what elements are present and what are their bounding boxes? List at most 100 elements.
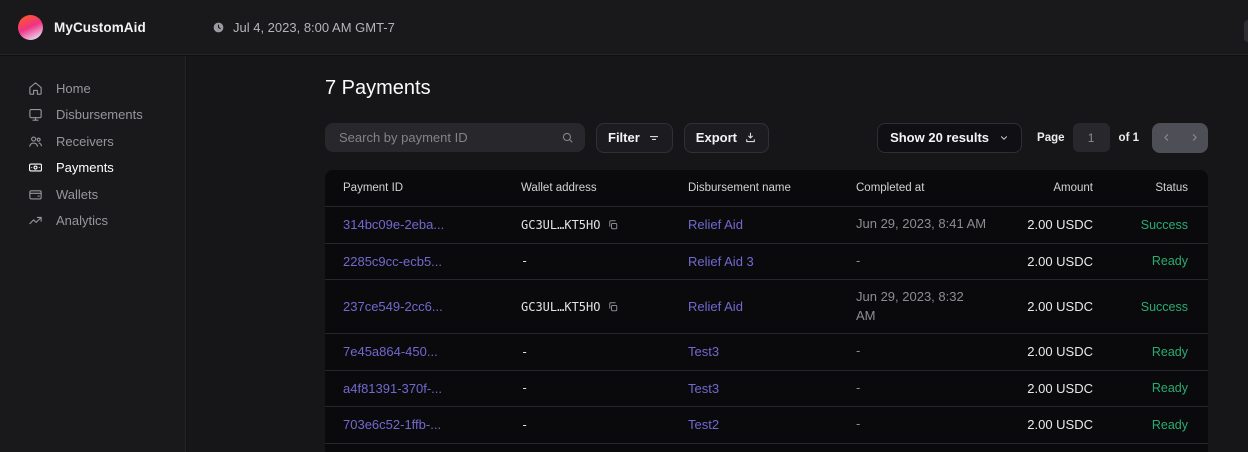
filter-button[interactable]: Filter xyxy=(596,123,673,153)
wallet-address: GC3UL…KT5HO xyxy=(521,300,600,314)
amount: 2.00 USDC xyxy=(1016,344,1093,359)
copy-icon[interactable] xyxy=(607,219,619,231)
column-header-amount: Amount xyxy=(1016,182,1093,194)
home-icon xyxy=(28,81,43,96)
disbursement-link[interactable]: Relief Aid 3 xyxy=(688,254,754,269)
sidebar-item-label: Receivers xyxy=(56,134,114,149)
sidebar-item-home[interactable]: Home xyxy=(0,75,185,102)
amount: 2.00 USDC xyxy=(1016,417,1093,432)
chevron-right-icon xyxy=(1189,132,1200,143)
show-results-label: Show 20 results xyxy=(890,130,989,145)
payment-id-link[interactable]: 703e6c52-1ffb-... xyxy=(343,417,441,432)
chevron-left-icon xyxy=(1161,132,1172,143)
wallets-icon xyxy=(28,187,43,202)
amount: 2.00 USDC xyxy=(1016,299,1093,314)
datetime-text: Jul 4, 2023, 8:00 AM GMT-7 xyxy=(233,20,395,35)
completed-at: - xyxy=(856,252,1016,271)
amount: 2.00 USDC xyxy=(1016,254,1093,269)
status-badge: Ready xyxy=(1093,345,1188,359)
copy-icon[interactable] xyxy=(607,301,619,313)
disbursement-link[interactable]: Test2 xyxy=(688,417,719,432)
table-row: 2285c9cc-ecb5... - Relief Aid 3 - 2.00 U… xyxy=(325,243,1208,280)
sidebar-item-receivers[interactable]: Receivers xyxy=(0,128,185,155)
wallet-address: GC3UL…KT5HO xyxy=(521,218,600,232)
completed-at: - xyxy=(856,342,1016,361)
disbursement-link[interactable]: Test3 xyxy=(688,344,719,359)
wallet-address-cell: GC3UL…KT5HO xyxy=(521,300,688,314)
brand-logo xyxy=(18,15,43,40)
search-box[interactable] xyxy=(325,123,585,152)
completed-at: - xyxy=(856,379,1016,398)
table-row-partial xyxy=(325,443,1208,452)
search-icon xyxy=(561,131,574,144)
wallet-address-cell: - xyxy=(521,381,688,395)
edge-button-partial[interactable] xyxy=(1244,20,1248,42)
completed-at: Jun 29, 2023, 8:41 AM xyxy=(856,215,1016,234)
receivers-icon xyxy=(28,134,43,149)
main-content: 7 Payments Filter Export Show 20 results xyxy=(187,56,1248,452)
table-row: 703e6c52-1ffb-... - Test2 - 2.00 USDC Re… xyxy=(325,406,1208,443)
search-input[interactable] xyxy=(337,129,553,146)
payment-id-link[interactable]: 237ce549-2cc6... xyxy=(343,299,443,314)
pagination-group: Show 20 results Page of 1 xyxy=(877,123,1208,153)
disbursement-link[interactable]: Relief Aid xyxy=(688,299,743,314)
page-title: 7 Payments xyxy=(325,77,431,100)
payment-id-link[interactable]: a4f81391-370f-... xyxy=(343,381,442,396)
chevron-down-icon xyxy=(999,133,1009,143)
download-icon xyxy=(744,131,757,144)
payments-table: Payment ID Wallet address Disbursement n… xyxy=(325,170,1208,452)
wallet-address: - xyxy=(521,254,528,268)
payment-id-link[interactable]: 7e45a864-450... xyxy=(343,344,438,359)
sidebar-item-label: Wallets xyxy=(56,187,98,202)
analytics-icon xyxy=(28,213,43,228)
wallet-address-cell: - xyxy=(521,418,688,432)
sidebar-item-label: Analytics xyxy=(56,213,108,228)
amount: 2.00 USDC xyxy=(1016,381,1093,396)
column-header-wallet-address: Wallet address xyxy=(521,182,688,194)
status-badge: Success xyxy=(1093,300,1188,314)
column-header-payment-id: Payment ID xyxy=(343,182,521,194)
table-row: 237ce549-2cc6... GC3UL…KT5HO Relief Aid … xyxy=(325,279,1208,333)
sidebar-nav: Home Disbursements Receivers Payments Wallet… xyxy=(0,56,186,452)
sidebar-item-analytics[interactable]: Analytics xyxy=(0,208,185,235)
next-page-button[interactable] xyxy=(1180,123,1208,153)
sidebar-item-payments[interactable]: Payments xyxy=(0,155,185,182)
sidebar-item-label: Home xyxy=(56,81,91,96)
wallet-address-cell: GC3UL…KT5HO xyxy=(521,218,688,232)
completed-at: - xyxy=(856,415,1016,434)
sidebar-item-wallets[interactable]: Wallets xyxy=(0,181,185,208)
sidebar-item-disbursements[interactable]: Disbursements xyxy=(0,102,185,129)
column-header-disbursement-name: Disbursement name xyxy=(688,182,856,194)
show-results-select[interactable]: Show 20 results xyxy=(877,123,1022,153)
brand-name: MyCustomAid xyxy=(54,20,146,35)
export-button[interactable]: Export xyxy=(684,123,769,153)
amount: 2.00 USDC xyxy=(1016,217,1093,232)
current-datetime: Jul 4, 2023, 8:00 AM GMT-7 xyxy=(212,0,395,54)
column-header-completed-at: Completed at xyxy=(856,182,1016,194)
status-badge: Ready xyxy=(1093,418,1188,432)
wallet-address: - xyxy=(521,345,528,359)
disbursement-link[interactable]: Relief Aid xyxy=(688,217,743,232)
sidebar-item-label: Disbursements xyxy=(56,107,143,122)
disbursement-link[interactable]: Test3 xyxy=(688,381,719,396)
wallet-address-cell: - xyxy=(521,254,688,268)
sidebar-item-label: Payments xyxy=(56,160,114,175)
page-label: Page xyxy=(1037,132,1065,144)
wallet-address: - xyxy=(521,418,528,432)
table-row: 7e45a864-450... - Test3 - 2.00 USDC Read… xyxy=(325,333,1208,370)
filter-icon xyxy=(647,131,661,145)
payment-id-link[interactable]: 314bc09e-2eba... xyxy=(343,217,444,232)
table-body: 314bc09e-2eba... GC3UL…KT5HO Relief Aid … xyxy=(325,206,1208,452)
page-number-input[interactable] xyxy=(1073,123,1110,152)
wallet-address: - xyxy=(521,381,528,395)
status-badge: Ready xyxy=(1093,381,1188,395)
payments-icon xyxy=(28,160,43,175)
previous-page-button[interactable] xyxy=(1152,123,1180,153)
pager xyxy=(1152,123,1208,153)
status-badge: Ready xyxy=(1093,254,1188,268)
payment-id-link[interactable]: 2285c9cc-ecb5... xyxy=(343,254,442,269)
table-row: a4f81391-370f-... - Test3 - 2.00 USDC Re… xyxy=(325,370,1208,407)
table-header-row: Payment ID Wallet address Disbursement n… xyxy=(325,170,1208,206)
toolbar: Filter Export Show 20 results Page of 1 xyxy=(325,122,1208,153)
completed-at: Jun 29, 2023, 8:32 AM xyxy=(856,288,1016,326)
